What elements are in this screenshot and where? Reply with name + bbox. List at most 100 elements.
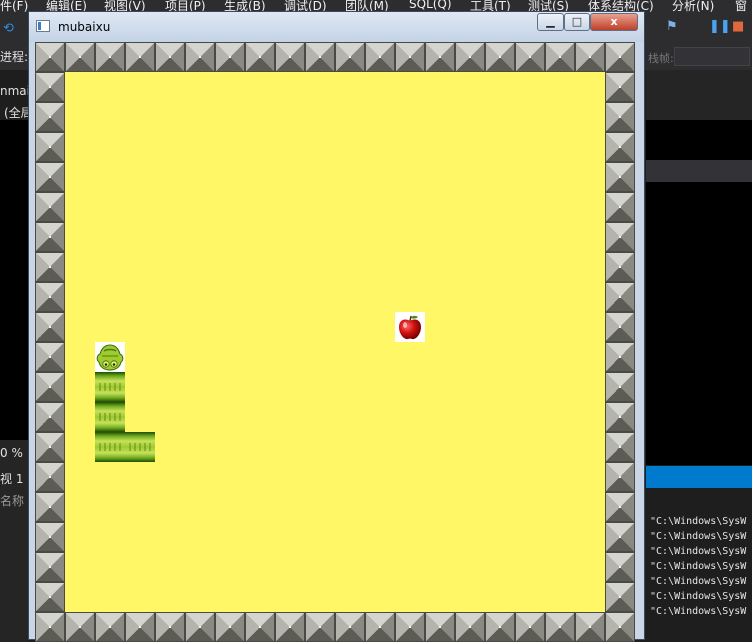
wall-tile: [605, 612, 635, 642]
wall-tile: [35, 552, 65, 582]
title-bar[interactable]: mubaixu ▁ □ x: [29, 12, 644, 42]
wall-tile: [35, 372, 65, 402]
ide-left-bottom-panel: 0 % 视 1 名称: [0, 440, 28, 642]
wall-tile: [35, 612, 65, 642]
app-icon: [36, 20, 50, 32]
wall-tile: [35, 462, 65, 492]
wall-tile: [605, 312, 635, 342]
wall-tile: [35, 282, 65, 312]
wall-tile: [485, 42, 515, 72]
menu-item[interactable]: 件(F): [0, 0, 28, 12]
wall-tile: [125, 42, 155, 72]
stop-icon[interactable]: ■: [732, 20, 744, 34]
apple-icon: [399, 315, 421, 340]
wall-tile: [215, 612, 245, 642]
wall-tile: [35, 222, 65, 252]
output-line: "C:\Windows\SysW: [650, 606, 747, 617]
wall-tile: [305, 42, 335, 72]
output-panel-header: [646, 466, 752, 488]
stack-label: 栈帧:: [648, 52, 674, 65]
maximize-icon: □: [571, 15, 583, 28]
wall-tile: [35, 492, 65, 522]
wall-tile: [35, 192, 65, 222]
wall-tile: [245, 42, 275, 72]
ide-code-panel: [0, 120, 28, 440]
ide-editor-header: [646, 70, 752, 120]
wall-tile: [515, 612, 545, 642]
wall-tile: [605, 222, 635, 252]
wall-tile: [245, 612, 275, 642]
pause-icon[interactable]: ❚❚: [709, 20, 731, 34]
close-icon: x: [610, 15, 618, 28]
wall-tile: [35, 582, 65, 612]
wall-tile: [35, 522, 65, 552]
wall-tile: [35, 252, 65, 282]
window-title: mubaixu: [58, 20, 111, 34]
wall-tile: [395, 612, 425, 642]
ide-editor-area: [646, 70, 752, 465]
maximize-button[interactable]: □: [564, 13, 590, 31]
wall-tile: [35, 42, 65, 72]
wall-tile: [605, 132, 635, 162]
process-label: 进程:: [0, 50, 29, 64]
view-label: 视 1: [0, 472, 24, 486]
wall-tile: [605, 432, 635, 462]
wall-tile: [185, 42, 215, 72]
wall-tile: [335, 612, 365, 642]
wall-tile: [365, 612, 395, 642]
wall-tile: [35, 72, 65, 102]
wall-tile: [95, 612, 125, 642]
output-line: "C:\Windows\SysW: [650, 531, 747, 542]
wall-tile: [605, 162, 635, 192]
output-line: "C:\Windows\SysW: [650, 546, 747, 557]
wall-tile: [35, 102, 65, 132]
snake-body-segment: [95, 402, 125, 432]
wall-tile: [485, 612, 515, 642]
menu-item[interactable]: 分析(N): [672, 0, 714, 12]
back-icon[interactable]: ⟲: [3, 22, 14, 36]
wall-tile: [425, 42, 455, 72]
output-line: "C:\Windows\SysW: [650, 516, 747, 527]
snake-head: [95, 342, 125, 372]
minimize-icon: ▁: [546, 15, 555, 28]
wall-tile: [605, 492, 635, 522]
wall-tile: [605, 102, 635, 132]
wall-tile: [95, 42, 125, 72]
close-button[interactable]: x: [590, 13, 638, 31]
wall-tile: [275, 42, 305, 72]
wall-tile: [155, 42, 185, 72]
menu-item[interactable]: 窗: [735, 0, 747, 12]
wall-tile: [575, 42, 605, 72]
wall-tile: [305, 612, 335, 642]
wall-tile: [35, 432, 65, 462]
wall-tile: [545, 612, 575, 642]
wall-tile: [35, 162, 65, 192]
wall-tile: [605, 582, 635, 612]
output-line: "C:\Windows\SysW: [650, 561, 747, 572]
wall-tile: [605, 462, 635, 492]
wall-tile: [125, 612, 155, 642]
wall-tile: [65, 612, 95, 642]
wall-tile: [605, 342, 635, 372]
breakpoint-icon[interactable]: ⚑: [666, 20, 678, 34]
file-tab-label[interactable]: nmai: [0, 84, 30, 98]
menu-item[interactable]: SQL(Q): [409, 0, 452, 11]
stack-frame-dropdown[interactable]: [674, 47, 750, 66]
wall-tile: [605, 72, 635, 102]
wall-tile: [35, 132, 65, 162]
game-board: [35, 42, 635, 642]
wall-tile: [605, 42, 635, 72]
wall-tile: [365, 42, 395, 72]
wall-tile: [605, 372, 635, 402]
wall-tile: [395, 42, 425, 72]
snake-tail: [125, 432, 155, 462]
wall-tile: [335, 42, 365, 72]
apple: [395, 312, 425, 342]
wall-tile: [455, 42, 485, 72]
wall-tile: [65, 42, 95, 72]
game-window: mubaixu ▁ □ x: [28, 11, 645, 642]
wall-tile: [275, 612, 305, 642]
wall-tile: [605, 402, 635, 432]
snake-body-segment: [95, 372, 125, 402]
minimize-button[interactable]: ▁: [537, 13, 564, 31]
